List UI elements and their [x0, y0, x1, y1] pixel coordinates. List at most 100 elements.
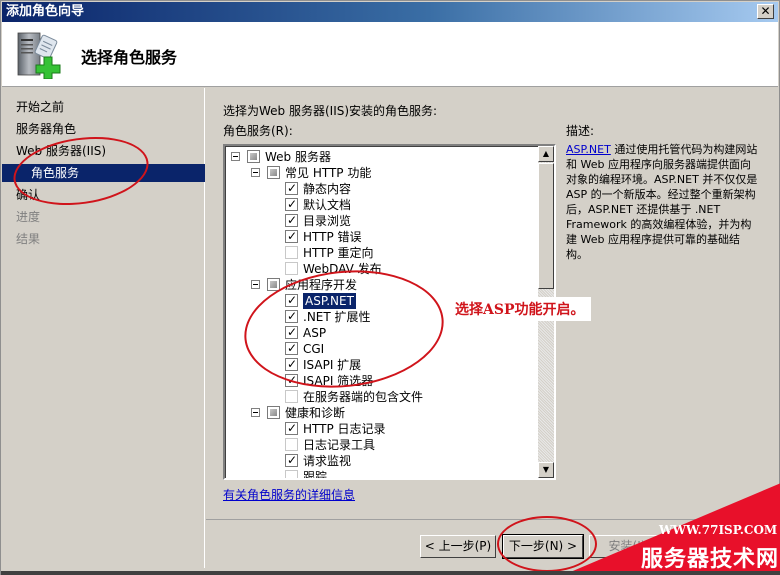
checkbox[interactable]	[267, 278, 280, 291]
checkbox[interactable]	[285, 324, 298, 340]
description-aspnet-link[interactable]: ASP.NET	[566, 143, 611, 156]
tree-item[interactable]: Web 服务器	[225, 149, 535, 165]
tree-item[interactable]: 跟踪	[225, 469, 535, 480]
tree-item-label: HTTP 重定向	[303, 246, 374, 260]
checkbox[interactable]	[285, 196, 298, 212]
checkbox[interactable]	[285, 438, 298, 451]
close-icon: ✕	[760, 4, 771, 18]
tree-item[interactable]: 健康和诊断	[225, 405, 535, 421]
step-confirmation[interactable]: 确认	[16, 186, 40, 204]
step-results: 结果	[16, 232, 41, 246]
tree-item[interactable]: 目录浏览	[225, 212, 535, 229]
tree-item-label: CGI	[303, 342, 325, 356]
tree-item-label: HTTP 日志记录	[303, 422, 386, 436]
window-title: 添加角色向导	[6, 4, 85, 19]
checkbox[interactable]	[267, 406, 280, 419]
tree-item-label: 目录浏览	[303, 214, 352, 228]
role-services-more-info-link[interactable]: 有关角色服务的详细信息	[223, 486, 355, 503]
close-button[interactable]: ✕	[757, 4, 774, 19]
arrow-down-icon: ▼	[542, 465, 550, 474]
checkbox[interactable]	[285, 180, 298, 196]
checkbox[interactable]	[285, 292, 298, 308]
page-title: 选择角色服务	[81, 48, 178, 67]
footer-divider	[206, 519, 780, 520]
checkbox[interactable]	[285, 228, 298, 244]
tree-item-label: 静态内容	[303, 182, 352, 196]
tree-item-label: WebDAV 发布	[303, 262, 382, 276]
tree-item[interactable]: ISAPI 筛选器	[225, 372, 535, 389]
tree-item-label: Web 服务器	[265, 150, 331, 164]
tree-item[interactable]: 在服务器端的包含文件	[225, 389, 535, 405]
checkbox[interactable]	[267, 166, 280, 179]
watermark-name: 服务器技术网	[641, 547, 780, 572]
annotation-text: 选择ASP功能开启。	[451, 297, 591, 321]
scroll-up-button[interactable]: ▲	[538, 146, 554, 162]
step-before-you-begin[interactable]: 开始之前	[16, 98, 64, 116]
tree-item-label: 跟踪	[303, 470, 328, 480]
checkbox[interactable]	[285, 372, 298, 388]
checkbox[interactable]	[285, 262, 298, 275]
tree-item[interactable]: HTTP 重定向	[225, 245, 535, 261]
scroll-thumb[interactable]	[538, 163, 554, 289]
role-services-label: 角色服务(R):	[223, 124, 293, 138]
tree-item[interactable]: CGI	[225, 340, 535, 357]
server-add-icon	[17, 32, 61, 79]
watermark-url: WWW.77ISP.COM	[659, 523, 778, 537]
checkbox[interactable]	[285, 308, 298, 324]
description-label: 描述:	[566, 124, 595, 138]
collapse-icon[interactable]	[231, 152, 240, 161]
checkbox[interactable]	[247, 150, 260, 163]
scroll-down-button[interactable]: ▼	[538, 462, 554, 478]
checkbox[interactable]	[285, 390, 298, 403]
step-progress: 进度	[16, 210, 41, 224]
tree-item-label: 健康和诊断	[285, 406, 346, 420]
tree-item[interactable]: 日志记录工具	[225, 437, 535, 453]
description-body: 通过使用托管代码为构建网站和 Web 应用程序向服务器端提供面向对象的编程环境。…	[566, 143, 758, 261]
add-roles-wizard-window: 添加角色向导 ✕ 选择角色服务 开始之前 服务器角色 Web 服务器(IIS)	[0, 0, 780, 575]
collapse-icon[interactable]	[251, 168, 260, 177]
tree-item-label: ASP.NET	[302, 292, 357, 310]
checkbox[interactable]	[285, 340, 298, 356]
tree-item-label: ISAPI 扩展	[303, 358, 362, 372]
title-bar: 添加角色向导 ✕	[2, 2, 778, 22]
tree-item-label: 默认文档	[303, 198, 352, 212]
tree-item-label: 请求监视	[303, 454, 352, 468]
tree-item[interactable]: HTTP 日志记录	[225, 420, 535, 437]
checkbox[interactable]	[285, 246, 298, 259]
tree-item-label: 应用程序开发	[285, 278, 358, 292]
tree-item[interactable]: 静态内容	[225, 180, 535, 197]
checkbox[interactable]	[285, 212, 298, 228]
tree-item-label: ISAPI 筛选器	[303, 374, 374, 388]
checkbox[interactable]	[285, 470, 298, 478]
tree-item[interactable]: 默认文档	[225, 196, 535, 213]
step-role-services[interactable]: 角色服务	[2, 164, 205, 182]
wizard-header: 选择角色服务	[2, 22, 778, 87]
tree-item[interactable]: ISAPI 扩展	[225, 356, 535, 373]
tree-item-label: 常见 HTTP 功能	[285, 166, 372, 180]
tree-item-label: 日志记录工具	[303, 438, 376, 452]
checkbox[interactable]	[285, 420, 298, 436]
collapse-icon[interactable]	[251, 280, 260, 289]
tree-item[interactable]: 常见 HTTP 功能	[225, 165, 535, 181]
checkbox[interactable]	[285, 452, 298, 468]
checkbox[interactable]	[285, 356, 298, 372]
arrow-up-icon: ▲	[542, 149, 550, 158]
previous-button[interactable]: < 上一步(P)	[420, 535, 496, 558]
wizard-steps-sidebar: 开始之前 服务器角色 Web 服务器(IIS) 角色服务 确认 进度 结果	[2, 88, 205, 568]
tree-item-label: ASP	[303, 326, 327, 340]
tree-item[interactable]: 应用程序开发	[225, 277, 535, 293]
tree-item[interactable]: 请求监视	[225, 452, 535, 469]
tree-item[interactable]: HTTP 错误	[225, 228, 535, 245]
next-button[interactable]: 下一步(N) >	[502, 534, 584, 559]
instruction-text: 选择为Web 服务器(IIS)安装的角色服务:	[223, 104, 438, 118]
tree-item-label: .NET 扩展性	[303, 310, 371, 324]
tree-item-label: HTTP 错误	[303, 230, 362, 244]
step-web-server-iis[interactable]: Web 服务器(IIS)	[16, 142, 106, 160]
step-server-roles[interactable]: 服务器角色	[16, 120, 76, 138]
tree-item[interactable]: ASP	[225, 324, 535, 341]
tree-item-label: 在服务器端的包含文件	[303, 390, 424, 404]
window-bottom-edge	[1, 571, 780, 575]
collapse-icon[interactable]	[251, 408, 260, 417]
tree-item[interactable]: WebDAV 发布	[225, 261, 535, 277]
description-text: ASP.NET 通过使用托管代码为构建网站和 Web 应用程序向服务器端提供面向…	[566, 142, 761, 262]
